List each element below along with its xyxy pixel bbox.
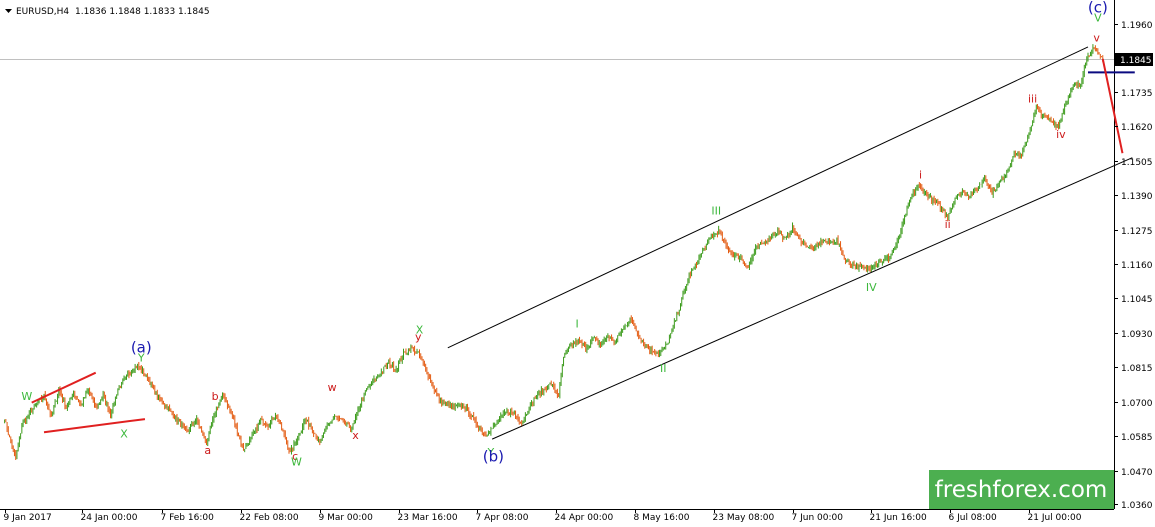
y-tick-label: 1.1160 (1121, 261, 1153, 271)
y-tick-label: 1.0815 (1121, 364, 1153, 374)
x-tick-label: 22 Feb 08:00 (240, 513, 299, 523)
y-tick-label: 1.1960 (1121, 21, 1153, 31)
y-tick-label: 1.1505 (1121, 158, 1153, 168)
y-tick-label: 1.1275 (1121, 227, 1153, 237)
x-tick-label: 24 Apr 00:00 (555, 513, 614, 523)
y-tick-label: 1.0700 (1121, 399, 1153, 409)
x-tick-label: 9 Mar 00:00 (319, 513, 374, 523)
brand-text: freshforex.com (935, 477, 1108, 503)
wave-label: y (415, 330, 422, 343)
wave-label: V (1094, 11, 1102, 24)
x-tick-label: 7 Jun 00:00 (792, 513, 844, 523)
wave-label: III (711, 205, 721, 218)
wave-label: x (352, 429, 359, 442)
y-tick-label: 1.0360 (1121, 501, 1153, 511)
wave-label: Y (137, 351, 145, 364)
x-tick-label: 23 Mar 16:00 (398, 513, 458, 523)
y-tick-label: 1.0470 (1121, 468, 1153, 478)
wave-label: W (21, 390, 32, 403)
wave-label: i (919, 169, 922, 182)
wave-label: X (120, 428, 128, 441)
x-tick-label: 24 Jan 00:00 (81, 513, 138, 523)
wave-label: b (212, 390, 219, 403)
y-tick-label: 1.1045 (1121, 295, 1153, 305)
chart-header: EURUSD,H4 1.1836 1.1848 1.1833 1.1845 (5, 7, 210, 17)
wave-label: iii (1028, 92, 1037, 105)
ohlc-values: 1.1836 1.1848 1.1833 1.1845 (75, 7, 210, 17)
x-tick-label: 8 May 16:00 (634, 513, 690, 523)
y-tick-label: 1.0585 (1121, 433, 1153, 443)
wave-label: a (204, 444, 211, 457)
wave-label: iv (1056, 128, 1066, 141)
x-tick-label: 23 May 08:00 (713, 513, 775, 523)
x-tick-label: 6 Jul 08:00 (949, 513, 998, 523)
x-tick-label: 21 Jul 00:00 (1028, 513, 1082, 523)
brand-badge: freshforex.com (929, 470, 1114, 509)
wave-label: v (1093, 32, 1100, 45)
price-chart[interactable]: WX(a)Yba cWwxXyY(b)IIIIIIIViiiiiiiv(c)Vv … (0, 0, 1155, 527)
wave-label: I (575, 317, 578, 330)
y-tick-label: 1.1735 (1121, 89, 1153, 99)
wave-label: w (328, 381, 337, 394)
y-tick-label: 1.1620 (1121, 123, 1153, 133)
y-tick-label: 1.0930 (1121, 330, 1153, 340)
symbol-label: EURUSD,H4 (16, 7, 69, 17)
wave-label: ii (945, 218, 951, 231)
x-tick-label: 9 Jan 2017 (4, 513, 52, 523)
wave-label: II (660, 362, 667, 375)
x-tick-label: 21 Jun 16:00 (870, 513, 927, 523)
current-price-label: 1.1845 (1120, 56, 1152, 66)
x-tick-label: 7 Apr 08:00 (476, 513, 529, 523)
wave-label: IV (866, 281, 877, 294)
chart-background (0, 0, 1155, 527)
x-tick-label: 7 Feb 16:00 (161, 513, 215, 523)
wave-label: (b) (483, 448, 504, 466)
wave-label: W (291, 455, 302, 468)
y-tick-label: 1.1390 (1121, 192, 1153, 202)
current-price-tag: 1.1845 (1115, 53, 1153, 66)
